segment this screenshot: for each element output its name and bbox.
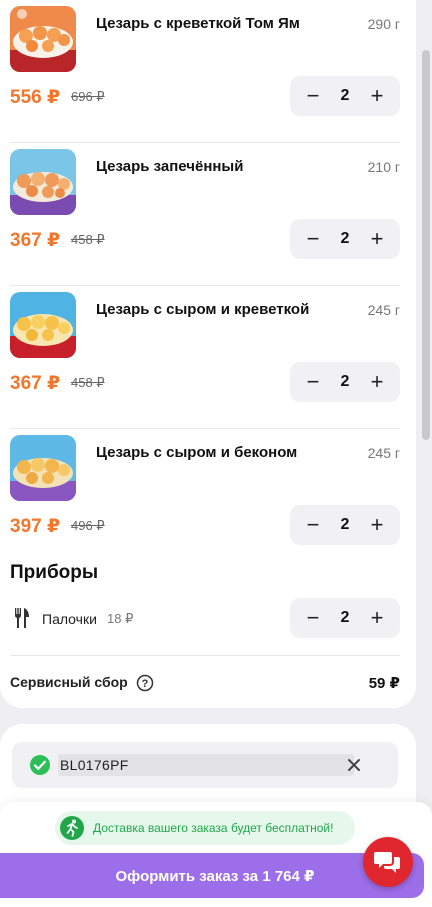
product-image[interactable] <box>10 435 76 501</box>
free-delivery-badge: Доставка вашего заказа будет бесплатной! <box>55 811 355 845</box>
quantity-stepper: − 2 + <box>290 362 400 402</box>
utensils-name: Палочки <box>42 611 97 627</box>
quantity-stepper: − 2 + <box>290 219 400 259</box>
item-weight: 245 г <box>367 302 400 318</box>
cart-item: Цезарь с сыром и беконом 245 г 397 ₽ 496… <box>10 429 400 572</box>
cart-item: Цезарь запечённый 210 г 367 ₽ 458 ₽ − 2 … <box>10 143 400 286</box>
item-price: 397 ₽ <box>10 516 61 537</box>
promo-code-field[interactable]: BL0176PF <box>12 742 398 788</box>
free-delivery-text: Доставка вашего заказа будет бесплатной! <box>93 821 334 835</box>
product-image[interactable] <box>10 149 76 215</box>
utensils-title: Приборы <box>10 562 99 583</box>
item-old-price: 496 ₽ <box>71 518 105 533</box>
cart-item: Цезарь с креветкой Том Ям 290 г 556 ₽ 69… <box>10 0 400 143</box>
item-name: Цезарь с сыром и креветкой <box>96 301 310 318</box>
chat-button[interactable] <box>363 837 413 887</box>
check-circle-icon <box>29 754 51 781</box>
item-old-price: 696 ₽ <box>71 89 105 104</box>
product-image[interactable] <box>10 6 76 72</box>
item-old-price: 458 ₽ <box>71 232 105 247</box>
chat-icon <box>374 852 400 873</box>
item-weight: 290 г <box>367 16 400 32</box>
svg-text:?: ? <box>142 678 149 690</box>
utensils-row: Палочки 18 ₽ − 2 + <box>10 598 400 656</box>
quantity-value: 2 <box>340 373 350 390</box>
fork-knife-icon <box>14 607 30 634</box>
increment-button[interactable]: + <box>368 371 386 393</box>
service-fee-row: Сервисный сбор ? 59 ₽ <box>10 674 400 694</box>
product-image[interactable] <box>10 292 76 358</box>
quantity-stepper: − 2 + <box>290 505 400 545</box>
decrement-button[interactable]: − <box>304 371 322 393</box>
promo-code-value: BL0176PF <box>60 757 129 773</box>
decrement-button[interactable]: − <box>304 228 322 250</box>
item-name: Цезарь запечённый <box>96 158 244 175</box>
item-name: Цезарь с сыром и беконом <box>96 444 298 461</box>
utensils-price: 18 ₽ <box>107 611 134 626</box>
increment-button[interactable]: + <box>368 228 386 250</box>
decrement-button[interactable]: − <box>304 85 322 107</box>
quantity-value: 2 <box>340 87 350 104</box>
item-price: 556 ₽ <box>10 87 61 108</box>
decrement-button[interactable]: − <box>304 607 322 629</box>
cart-card: Цезарь с креветкой Том Ям 290 г 556 ₽ 69… <box>0 0 416 708</box>
increment-button[interactable]: + <box>368 607 386 629</box>
cart-item: Цезарь с сыром и креветкой 245 г 367 ₽ 4… <box>10 286 400 429</box>
item-old-price: 458 ₽ <box>71 375 105 390</box>
service-fee-label: Сервисный сбор <box>10 674 128 690</box>
help-icon[interactable]: ? <box>136 674 154 697</box>
increment-button[interactable]: + <box>368 85 386 107</box>
item-weight: 210 г <box>367 159 400 175</box>
item-price: 367 ₽ <box>10 230 61 251</box>
close-icon[interactable] <box>346 757 362 778</box>
item-name: Цезарь с креветкой Том Ям <box>96 15 300 32</box>
service-fee-value: 59 ₽ <box>368 675 400 692</box>
scrollbar[interactable] <box>422 50 430 440</box>
quantity-value: 2 <box>340 516 350 533</box>
item-price: 367 ₽ <box>10 373 61 394</box>
checkout-button[interactable]: Оформить заказ за 1 764 ₽ <box>0 853 424 898</box>
quantity-stepper: − 2 + <box>290 76 400 116</box>
quantity-value: 2 <box>340 230 350 247</box>
item-weight: 245 г <box>367 445 400 461</box>
quantity-stepper: − 2 + <box>290 598 400 638</box>
decrement-button[interactable]: − <box>304 514 322 536</box>
increment-button[interactable]: + <box>368 514 386 536</box>
quantity-value: 2 <box>340 609 350 626</box>
runner-icon <box>59 815 85 846</box>
